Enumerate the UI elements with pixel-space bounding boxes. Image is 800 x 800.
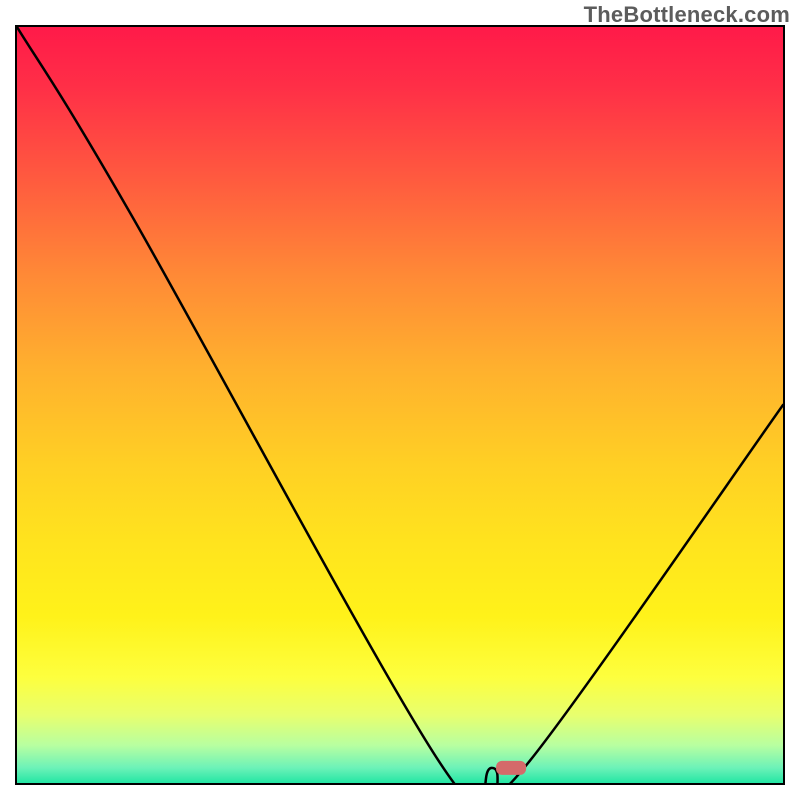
chart-frame: TheBottleneck.com	[0, 0, 800, 800]
optimal-marker	[496, 761, 526, 775]
plot-area	[15, 25, 785, 785]
watermark-label: TheBottleneck.com	[584, 2, 790, 28]
bottleneck-curve	[17, 27, 783, 783]
